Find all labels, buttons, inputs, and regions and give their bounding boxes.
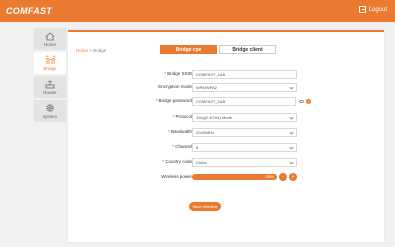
- encryption-label: Encryption mode: [158, 84, 192, 89]
- password-input[interactable]: COMFAST_1AB: [192, 97, 296, 106]
- breadcrumb: Home > Bridge: [76, 48, 106, 53]
- wireless-power-slider[interactable]: 20Db: [192, 174, 277, 180]
- ssid-input[interactable]: COMFAST_1AB: [192, 70, 297, 79]
- power-decrease-button[interactable]: -: [279, 173, 287, 181]
- logout-icon: [358, 6, 366, 13]
- sidebar-item-label: Bridge: [43, 66, 57, 71]
- country-value: China: [196, 160, 207, 165]
- logout-button[interactable]: Logout: [358, 6, 387, 13]
- brand-logo: COMFAST: [6, 6, 53, 16]
- power-value: 20Db: [265, 174, 274, 179]
- sidebar-item-label: Home: [43, 42, 56, 47]
- protocol-select[interactable]: 11ng(2.4GHz) Mode: [192, 113, 297, 122]
- chevron-down-icon: [289, 130, 294, 135]
- eye-icon[interactable]: [299, 100, 304, 103]
- logout-label: Logout: [368, 6, 387, 13]
- chevron-down-icon: [289, 160, 294, 165]
- sidebar-item-home[interactable]: Home: [34, 28, 66, 50]
- channel-label: * Channel: [172, 144, 192, 149]
- form-row-channel: * Channel 6: [68, 143, 384, 152]
- sidebar-item-label: system: [42, 114, 58, 119]
- form-row-country: * Country code China: [68, 158, 384, 167]
- save-effective-button[interactable]: Save effective: [189, 202, 221, 211]
- sidebar-item-bridge[interactable]: Bridge: [34, 52, 66, 74]
- bridge-icon: [45, 55, 56, 65]
- tab-bar: Bridge cpe Bridge client: [160, 45, 276, 54]
- breadcrumb-home[interactable]: Home: [76, 48, 88, 53]
- form-row-bandwidth: * Bandwidth 20/40MHz: [68, 128, 384, 137]
- form-row-password: * Bridge password COMFAST_1AB ?: [68, 97, 384, 106]
- form-row-protocol: * Protocol 11ng(2.4GHz) Mode: [68, 113, 384, 122]
- breadcrumb-current: Bridge: [93, 48, 107, 53]
- form-row-ssid: * Bridge SSID COMFAST_1AB: [68, 70, 384, 79]
- sidebar-item-router[interactable]: Router: [34, 76, 66, 98]
- password-icons: ?: [299, 99, 311, 104]
- password-label: * Bridge password: [155, 98, 192, 103]
- country-select[interactable]: China: [192, 158, 297, 167]
- router-icon: [45, 79, 56, 89]
- channel-select[interactable]: 6: [192, 143, 297, 152]
- ssid-label: * Bridge SSID: [164, 71, 192, 76]
- power-label: Wireless power: [161, 174, 192, 179]
- help-icon[interactable]: ?: [306, 99, 311, 104]
- sidebar: Home Bridge Router system: [34, 28, 66, 124]
- power-increase-button[interactable]: +: [289, 173, 297, 181]
- chevron-down-icon: [289, 85, 294, 90]
- bandwidth-value: 20/40MHz: [196, 130, 215, 135]
- home-icon: [45, 31, 56, 41]
- form-row-power: Wireless power 20Db - +: [68, 173, 384, 182]
- gear-icon: [45, 103, 56, 113]
- encryption-select[interactable]: WPA/WPA2: [192, 83, 297, 92]
- chevron-down-icon: [289, 145, 294, 150]
- channel-value: 6: [196, 145, 199, 150]
- protocol-value: 11ng(2.4GHz) Mode: [196, 115, 232, 120]
- tab-bridge-cpe[interactable]: Bridge cpe: [160, 45, 217, 54]
- form-row-encryption: Encryption mode WPA/WPA2: [68, 83, 384, 92]
- chevron-down-icon: [289, 115, 294, 120]
- breadcrumb-separator: >: [89, 48, 92, 53]
- bandwidth-select[interactable]: 20/40MHz: [192, 128, 297, 137]
- bandwidth-label: * Bandwidth: [167, 129, 192, 134]
- protocol-label: * Protocol: [172, 114, 192, 119]
- main-panel: Home > Bridge Bridge cpe Bridge client *…: [68, 30, 384, 242]
- sidebar-item-label: Router: [43, 90, 57, 95]
- top-bar: COMFAST Logout: [0, 0, 395, 22]
- country-label: * Country code: [162, 159, 192, 164]
- tab-bridge-client[interactable]: Bridge client: [219, 45, 276, 54]
- sidebar-item-system[interactable]: system: [34, 100, 66, 122]
- encryption-value: WPA/WPA2: [196, 85, 217, 90]
